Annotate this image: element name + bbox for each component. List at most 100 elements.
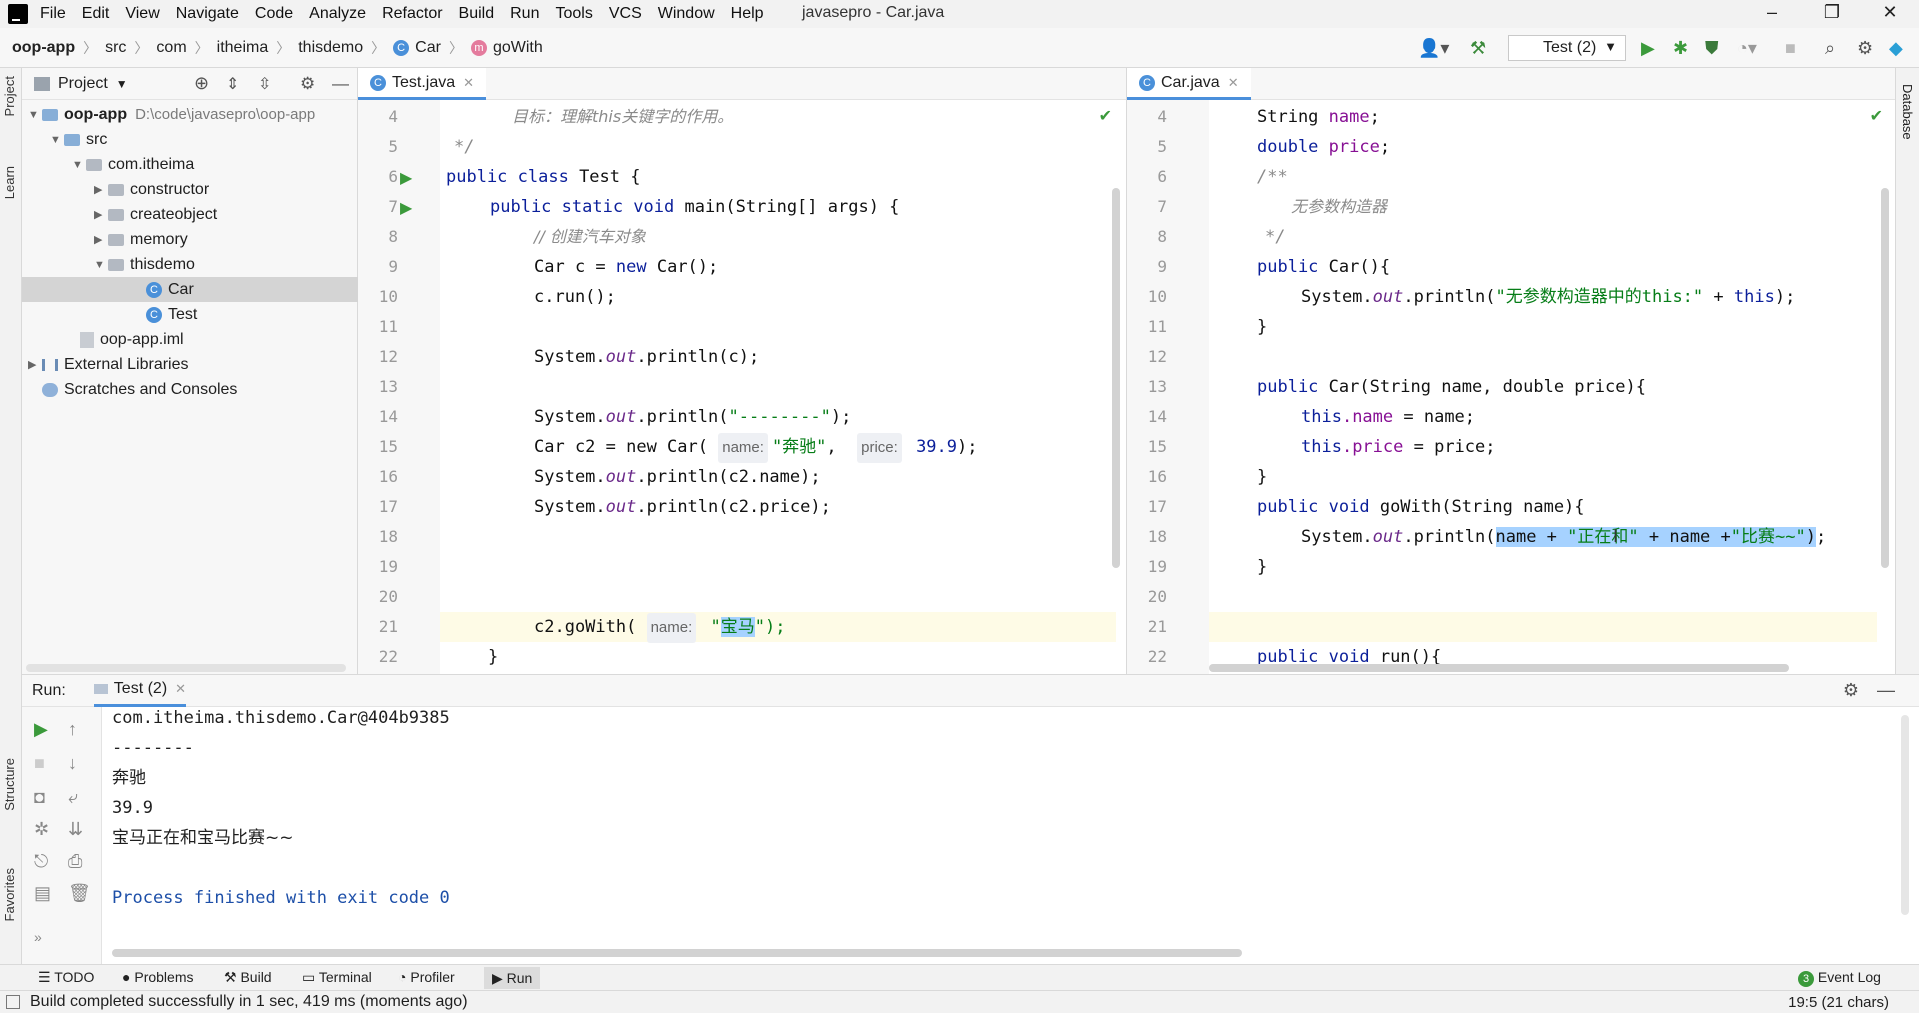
close-icon[interactable]: ✕: [1228, 75, 1239, 91]
profile-icon[interactable]: ◔▾: [1737, 38, 1757, 59]
code-line-15[interactable]: Car c2 = new Car( name: "奔驰", price: 39.9…: [534, 432, 978, 463]
crumb-gowith[interactable]: goWith: [493, 39, 543, 57]
crumb-com[interactable]: com: [156, 39, 186, 57]
menu-help[interactable]: Help: [731, 5, 764, 23]
close-window-icon[interactable]: ✕: [1870, 2, 1910, 23]
code-line-4[interactable]: String name;: [1257, 102, 1380, 132]
cursor-position[interactable]: 19:5 (21 chars): [1788, 994, 1889, 1011]
vertical-scrollbar[interactable]: [1901, 715, 1909, 915]
tree-item-car[interactable]: C Car: [22, 277, 358, 302]
tab-car-java[interactable]: C Car.java ✕: [1127, 68, 1251, 100]
code-line-5[interactable]: */: [454, 132, 474, 162]
user-icon[interactable]: 👤▾: [1418, 38, 1449, 59]
crumb-project[interactable]: oop-app: [12, 39, 75, 57]
stop-icon[interactable]: ■: [34, 753, 45, 774]
run-config-select[interactable]: Test (2) ▼: [1508, 35, 1626, 61]
menu-run[interactable]: Run: [510, 5, 539, 23]
debug-icon[interactable]: ✱: [1673, 38, 1688, 59]
code-line-5[interactable]: double price;: [1257, 132, 1390, 162]
tab-todo[interactable]: ☰ TODO: [38, 969, 94, 986]
coverage-icon[interactable]: ⛊: [1705, 38, 1719, 59]
tool-project-tab[interactable]: Project: [2, 76, 17, 116]
menu-analyze[interactable]: Analyze: [309, 5, 366, 23]
code-line-14[interactable]: this.name = name;: [1301, 402, 1475, 432]
crumb-thisdemo[interactable]: thisdemo: [298, 39, 363, 57]
run-gutter-icon[interactable]: ▶: [400, 198, 412, 218]
menu-navigate[interactable]: Navigate: [176, 5, 239, 23]
tree-item-root[interactable]: ▼ oop-app D:\code\javasepro\oop-app: [28, 102, 358, 127]
tool-database-tab[interactable]: Database: [1900, 84, 1915, 140]
code-line-7[interactable]: public static void main(String[] args) {: [490, 192, 899, 222]
exit-icon[interactable]: ⎋: [34, 851, 48, 872]
code-line-9[interactable]: Car c = new Car();: [534, 252, 718, 282]
scroll-down-icon[interactable]: ↓: [68, 753, 77, 774]
code-line-21[interactable]: }: [488, 642, 498, 672]
rerun-icon[interactable]: ▶: [34, 719, 48, 740]
tool-favorites-tab[interactable]: Favorites: [2, 868, 17, 921]
vertical-scrollbar[interactable]: [1881, 188, 1889, 568]
tree-item-thisdemo[interactable]: ▼ thisdemo: [94, 252, 195, 277]
crumb-car[interactable]: Car: [415, 39, 441, 57]
code-line-8[interactable]: */: [1265, 222, 1285, 252]
tree-item-test[interactable]: C Test: [146, 302, 197, 327]
crumb-itheima[interactable]: itheima: [217, 39, 269, 57]
code-line-4[interactable]: 目标：理解this关键字的作用。: [512, 102, 733, 132]
tab-event-log[interactable]: 3 Event Log: [1798, 969, 1881, 987]
code-line-14[interactable]: System.out.println("--------");: [534, 402, 851, 432]
plugin-icon[interactable]: ◆: [1889, 38, 1903, 59]
code-line-16[interactable]: System.out.println(c2.name);: [534, 462, 821, 492]
menu-edit[interactable]: Edit: [82, 5, 110, 23]
code-line-11[interactable]: }: [1257, 312, 1267, 342]
code-line-18[interactable]: public void goWith(String name){: [1257, 492, 1585, 522]
menu-tools[interactable]: Tools: [555, 5, 592, 23]
tree-item-constructor[interactable]: ▶ constructor: [94, 177, 209, 202]
tree-item-iml[interactable]: oop-app.iml: [80, 327, 184, 352]
tab-problems[interactable]: ● Problems: [122, 969, 194, 985]
minimize-icon[interactable]: –: [1752, 2, 1792, 23]
close-icon[interactable]: ✕: [463, 75, 474, 91]
stop-icon[interactable]: ■: [1785, 38, 1796, 59]
tree-item-createobject[interactable]: ▶ createobject: [94, 202, 217, 227]
run-tab[interactable]: Test (2) ✕: [93, 675, 187, 707]
tab-terminal[interactable]: ▭ Terminal: [302, 969, 372, 986]
horizontal-scrollbar[interactable]: [1209, 664, 1789, 672]
code-line-20[interactable]: }: [1257, 552, 1267, 582]
tree-item-src[interactable]: ▼ src: [50, 127, 107, 152]
code-line-12[interactable]: System.out.println(c);: [534, 342, 759, 372]
tree-item-memory[interactable]: ▶ memory: [94, 227, 188, 252]
layout-icon[interactable]: ▤: [34, 883, 51, 904]
restore-icon[interactable]: ❐: [1812, 2, 1852, 23]
menu-window[interactable]: Window: [658, 5, 715, 23]
status-toggle-icon[interactable]: [6, 995, 20, 1009]
code-line-19[interactable]: System.out.println(name + "正在和" + name +…: [1301, 522, 1826, 552]
code-line-9[interactable]: public Car(){: [1257, 252, 1390, 282]
horizontal-scrollbar[interactable]: [112, 949, 1242, 957]
menu-view[interactable]: View: [125, 5, 159, 23]
tab-build[interactable]: ⚒ Build: [224, 969, 272, 986]
code-line-15[interactable]: this.price = price;: [1301, 432, 1496, 462]
code-line-19[interactable]: c2.goWith( name: "宝马");: [534, 612, 786, 643]
print-icon[interactable]: ⎙: [68, 851, 82, 872]
code-line-16[interactable]: }: [1257, 462, 1267, 492]
hide-icon[interactable]: —: [1877, 680, 1895, 701]
tree-item-scratches[interactable]: Scratches and Consoles: [42, 377, 237, 402]
collapse-all-icon[interactable]: ⇳: [258, 74, 271, 94]
code-line-8[interactable]: // 创建汽车对象: [534, 222, 646, 252]
menu-vcs[interactable]: VCS: [609, 5, 642, 23]
code-line-6[interactable]: public class Test {: [446, 162, 640, 192]
search-icon[interactable]: ⌕: [1825, 38, 1835, 59]
tree-item-package[interactable]: ▼ com.itheima: [72, 152, 194, 177]
gear-icon[interactable]: ⚙: [300, 74, 315, 94]
close-icon[interactable]: ✕: [175, 681, 186, 697]
settings-icon[interactable]: ✲: [34, 819, 49, 840]
tree-item-external-libraries[interactable]: ▶ External Libraries: [28, 352, 189, 377]
tab-test-java[interactable]: C Test.java ✕: [358, 68, 487, 100]
soft-wrap-icon[interactable]: ⤶: [68, 787, 78, 808]
trash-icon[interactable]: 🗑: [68, 883, 91, 904]
crumb-src[interactable]: src: [105, 39, 126, 57]
camera-icon[interactable]: ◘: [34, 787, 45, 808]
locate-icon[interactable]: ⊕: [194, 73, 209, 94]
tool-structure-tab[interactable]: Structure: [2, 758, 17, 811]
scroll-to-end-icon[interactable]: ⇊: [68, 819, 83, 840]
gear-icon[interactable]: ⚙: [1843, 680, 1859, 701]
